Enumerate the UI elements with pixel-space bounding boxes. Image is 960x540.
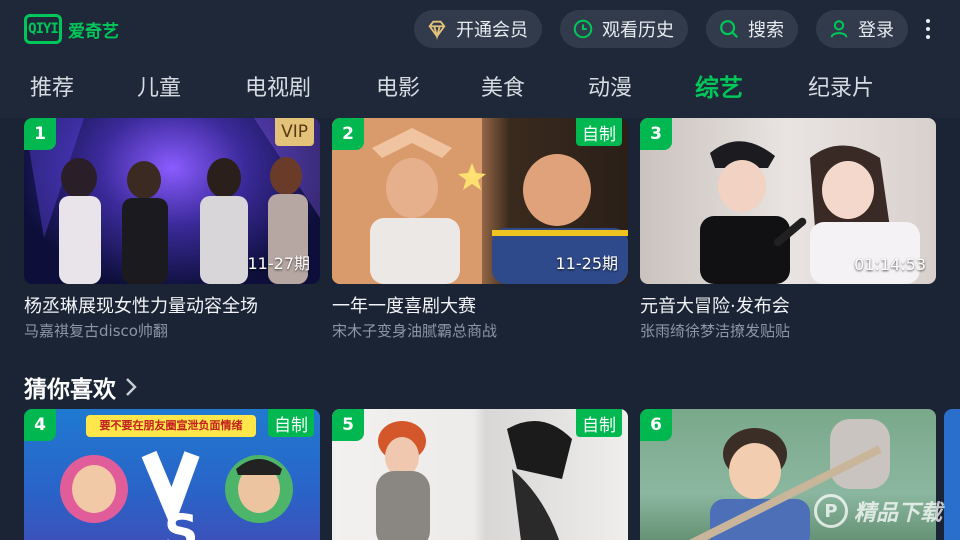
episode-label: 11-27期 xyxy=(247,254,311,273)
watermark-logo-icon: P xyxy=(813,494,848,528)
rank-badge: 3 xyxy=(640,118,672,150)
tab-tv-series[interactable]: 电视剧 xyxy=(245,70,311,102)
video-thumbnail: 2 自制 11-25期 xyxy=(332,118,628,284)
clock-icon xyxy=(573,19,593,39)
video-thumbnail: S 要不要在朋友圈宣泄负面情绪 4 自制 xyxy=(24,409,320,540)
original-badge: 自制 xyxy=(576,118,622,146)
tab-variety[interactable]: 综艺 xyxy=(695,68,743,103)
original-badge: 自制 xyxy=(268,409,314,437)
search-button[interactable]: 搜索 xyxy=(706,10,798,48)
tab-documentary[interactable]: 纪录片 xyxy=(808,70,874,102)
section-guess-you-like[interactable]: 猜你喜欢 xyxy=(24,370,138,404)
tab-movies[interactable]: 电影 xyxy=(376,70,420,102)
vip-button-label: 开通会员 xyxy=(456,20,528,41)
top-bar: QIYI 爱奇艺 开通会员 观看历史 搜索 登录 推荐 儿童 电视剧 电影 美食… xyxy=(0,0,960,118)
svg-text:S: S xyxy=(164,505,199,540)
section-title: 猜你喜欢 xyxy=(24,377,116,403)
tab-anime[interactable]: 动漫 xyxy=(588,70,632,102)
logo-mark: QIYI xyxy=(24,14,62,44)
rank-badge: 5 xyxy=(332,409,364,441)
vip-badge: VIP xyxy=(275,118,314,146)
iqiyi-logo[interactable]: QIYI 爱奇艺 xyxy=(24,14,119,44)
rank-badge: 4 xyxy=(24,409,56,441)
diamond-icon xyxy=(428,20,446,40)
duration-label: 01:14:53 xyxy=(854,255,926,274)
history-button[interactable]: 观看历史 xyxy=(560,10,688,48)
video-title: 杨丞琳展现女性力量动容全场 xyxy=(24,296,258,317)
top-actions: 开通会员 观看历史 搜索 登录 xyxy=(414,10,908,48)
video-title: 元音大冒险·发布会 xyxy=(640,296,790,317)
login-button-label: 登录 xyxy=(858,20,894,41)
rank-badge: 2 xyxy=(332,118,364,150)
video-card-3[interactable]: 3 01:14:53 元音大冒险·发布会 张雨绮徐梦洁撩发贴贴 xyxy=(640,118,936,348)
more-menu-icon[interactable] xyxy=(918,16,938,42)
vip-button[interactable]: 开通会员 xyxy=(414,10,542,48)
video-thumbnail: 3 01:14:53 xyxy=(640,118,936,284)
user-icon xyxy=(830,20,848,38)
login-button[interactable]: 登录 xyxy=(816,10,908,48)
video-subtitle: 张雨绮徐梦洁撩发贴贴 xyxy=(640,322,791,340)
video-card-1[interactable]: 1 VIP 11-27期 杨丞琳展现女性力量动容全场 马嘉祺复古disco帅翻 xyxy=(24,118,320,348)
rank-badge: 1 xyxy=(24,118,56,150)
watermark-text: 精品下载 xyxy=(853,501,942,526)
original-badge: 自制 xyxy=(576,409,622,437)
search-button-label: 搜索 xyxy=(748,20,784,41)
video-thumbnail: 5 自制 xyxy=(332,409,628,540)
rank-badge: 6 xyxy=(640,409,672,441)
logo-text: 爱奇艺 xyxy=(68,21,119,42)
video-subtitle: 宋木子变身油腻霸总商战 xyxy=(332,322,498,340)
history-button-label: 观看历史 xyxy=(602,20,674,41)
tab-food[interactable]: 美食 xyxy=(481,70,525,102)
video-card-4[interactable]: S 要不要在朋友圈宣泄负面情绪 4 自制 xyxy=(24,409,320,540)
watermark: P 精品下载 xyxy=(813,494,942,528)
video-card-5[interactable]: 5 自制 xyxy=(332,409,628,540)
tab-kids[interactable]: 儿童 xyxy=(137,70,181,102)
category-tabs: 推荐 儿童 电视剧 电影 美食 动漫 综艺 纪录片 xyxy=(0,70,960,108)
search-icon xyxy=(720,20,739,39)
banner-text: 要不要在朋友圈宣泄负面情绪 xyxy=(99,419,243,432)
video-thumbnail: 1 VIP 11-27期 xyxy=(24,118,320,284)
episode-label: 11-25期 xyxy=(555,254,619,273)
video-card-2[interactable]: 2 自制 11-25期 一年一度喜剧大赛 宋木子变身油腻霸总商战 xyxy=(332,118,628,348)
chevron-right-icon xyxy=(126,378,137,396)
video-title: 一年一度喜剧大赛 xyxy=(332,296,476,317)
tab-recommend[interactable]: 推荐 xyxy=(30,70,74,102)
next-card-peek[interactable] xyxy=(944,409,960,540)
video-subtitle: 马嘉祺复古disco帅翻 xyxy=(24,322,168,340)
